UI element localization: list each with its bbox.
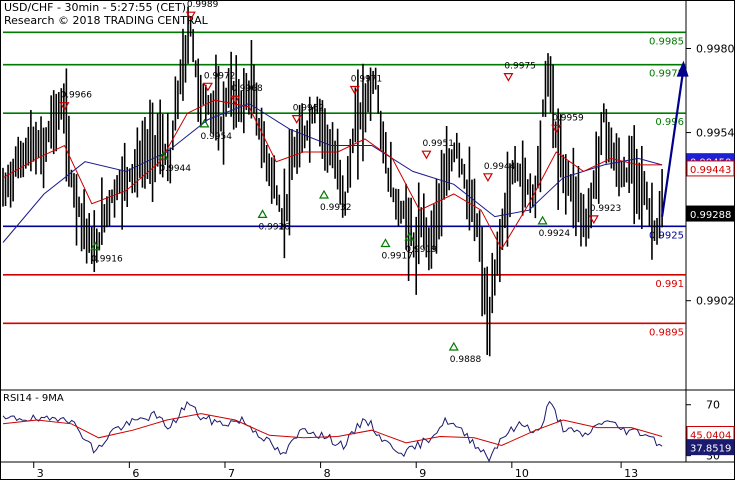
marker-label: 0.9919	[405, 245, 437, 255]
up-marker	[537, 215, 548, 225]
x-tick-label: 8	[324, 467, 331, 480]
level-label: 0.9985	[649, 36, 684, 47]
rsi-y-tick-label: 70	[706, 399, 720, 412]
marker-label: 0.9916	[91, 255, 123, 265]
x-tick-label: 3	[37, 467, 44, 480]
down-marker	[482, 173, 493, 183]
x-tick-label: 6	[132, 467, 139, 480]
marker-label: 0.9959	[552, 113, 584, 123]
up-marker	[199, 118, 210, 128]
marker-label: 0.9951	[422, 139, 454, 149]
marker-label: 0.9944	[160, 164, 192, 174]
price-chart: 0.99800.99540.99280.99023678910130.99850…	[0, 0, 735, 480]
up-marker	[257, 209, 268, 218]
level-label: 0.991	[655, 279, 684, 290]
marker-label: 0.9888	[450, 355, 482, 365]
price-label-text: 0.99443	[690, 165, 731, 176]
marker-label: 0.9968	[231, 84, 263, 94]
rsi-value-label: 37.8519	[686, 439, 735, 456]
rsi-line	[2, 400, 663, 463]
price-label-text: 0.99288	[690, 210, 731, 221]
marker-label: 0.9966	[60, 91, 92, 101]
marker-label: 0.9944	[484, 162, 516, 172]
chart-frame	[0, 0, 735, 480]
marker-label: 0.9923	[590, 204, 622, 214]
up-marker	[380, 238, 391, 248]
marker-label: 0.9971	[351, 75, 383, 85]
price-y-tick-label: 0.9902	[696, 295, 735, 308]
level-label: 0.9895	[649, 327, 684, 338]
price-y-tick-label: 0.9954	[696, 127, 735, 140]
price-y-tick-label: 0.9980	[696, 43, 735, 56]
down-marker	[421, 150, 432, 160]
marker-label: 0.9989	[187, 0, 219, 10]
price-label: 0.99443	[686, 160, 735, 177]
up-marker	[318, 189, 330, 199]
rsi-value-text: 37.8519	[690, 444, 731, 455]
marker-label: 0.9954	[200, 132, 232, 142]
marker-label: 0.9926	[259, 222, 291, 232]
x-tick-label: 10	[515, 467, 529, 480]
x-tick-label: 7	[228, 467, 235, 480]
forecast-arrow-line	[661, 74, 684, 217]
marker-label: 0.9972	[204, 71, 236, 81]
price-label: 0.99288	[686, 205, 735, 222]
price-bars	[2, 6, 663, 357]
level-label: 0.996	[655, 117, 684, 128]
x-tick-label: 9	[419, 467, 426, 480]
rsi-moving-average	[2, 413, 663, 447]
marker-label: 0.9924	[539, 229, 571, 239]
up-marker	[448, 341, 459, 351]
marker-label: 0.9932	[320, 203, 352, 213]
marker-label: 0.9975	[504, 62, 536, 72]
marker-label: 0.9962	[293, 104, 325, 114]
down-marker	[503, 72, 514, 82]
x-tick-label: 13	[624, 467, 638, 480]
